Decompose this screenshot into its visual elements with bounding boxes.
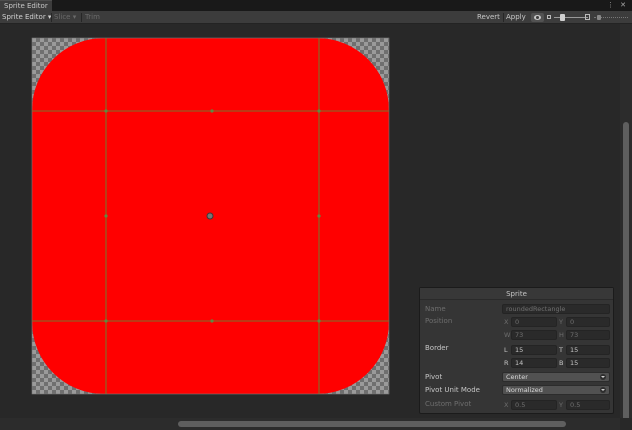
border-handle[interactable]	[104, 214, 108, 218]
position-label: Position	[425, 317, 453, 325]
toolbar: Sprite Editor ▾ Slice ▾ Trim Revert Appl…	[0, 11, 632, 24]
toolbar-divider	[81, 13, 82, 22]
name-field[interactable]: roundedRectangle	[502, 304, 610, 314]
border-b-axis-label: B	[559, 359, 564, 367]
custom-pivot-x-field[interactable]: 0.5	[511, 400, 557, 410]
chevron-down-icon	[600, 374, 606, 380]
position-y-axis-label: Y	[559, 318, 563, 326]
small-mountain-icon	[547, 15, 551, 19]
pivot-unit-mode-label: Pivot Unit Mode	[425, 386, 480, 394]
toolbar-divider	[503, 13, 504, 22]
custom-pivot-label: Custom Pivot	[425, 400, 472, 408]
close-icon[interactable]: ✕	[620, 0, 626, 11]
pivot-dropdown[interactable]: Center	[502, 372, 610, 382]
pivot-label: Pivot	[425, 373, 443, 381]
window-title-bar: Sprite Editor ⋮ ✕	[0, 0, 632, 11]
border-handle[interactable]	[317, 319, 321, 323]
position-x-field[interactable]: 0	[511, 317, 557, 327]
border-l-field[interactable]: 15	[511, 345, 557, 355]
border-l-axis-label: L	[504, 346, 508, 354]
pivot-unit-mode-value: Normalized	[506, 386, 543, 394]
slice-dropdown[interactable]: Slice ▾	[54, 12, 76, 23]
mip-level-slider-handle[interactable]	[597, 15, 601, 20]
position-h-field[interactable]: 73	[566, 330, 610, 340]
border-handle[interactable]	[317, 109, 321, 113]
more-options-icon[interactable]: ⋮	[607, 0, 614, 11]
eye-icon[interactable]	[531, 13, 544, 22]
toolbar-divider	[51, 13, 52, 22]
horizontal-scrollbar-thumb[interactable]	[178, 421, 566, 427]
editor-mode-dropdown[interactable]: Sprite Editor ▾	[2, 12, 51, 23]
chevron-down-icon	[600, 387, 606, 393]
revert-button[interactable]: Revert	[477, 12, 500, 23]
position-h-axis-label: H	[559, 331, 564, 339]
border-label: Border	[425, 344, 449, 352]
position-w-axis-label: W	[504, 331, 511, 339]
vertical-scrollbar[interactable]	[620, 24, 632, 422]
position-w-field[interactable]: 73	[511, 330, 557, 340]
custom-pivot-x-axis-label: X	[504, 401, 509, 409]
border-handle[interactable]	[210, 109, 214, 113]
zoom-slider-handle[interactable]	[560, 14, 565, 21]
border-r-axis-label: R	[504, 359, 509, 367]
border-handle[interactable]	[104, 109, 108, 113]
pivot-unit-mode-dropdown[interactable]: Normalized	[502, 385, 610, 395]
border-handle[interactable]	[317, 214, 321, 218]
large-mountain-icon	[585, 14, 590, 20]
position-x-axis-label: X	[504, 318, 509, 326]
trim-button[interactable]: Trim	[85, 12, 100, 23]
scrollbar-corner	[620, 418, 632, 430]
border-handle[interactable]	[104, 319, 108, 323]
vertical-scrollbar-thumb[interactable]	[623, 122, 629, 422]
apply-button[interactable]: Apply	[506, 12, 526, 23]
border-t-axis-label: T	[559, 346, 563, 354]
border-r-field[interactable]: 14	[511, 358, 557, 368]
sprite-inspector-panel: Sprite Name roundedRectangle Position X …	[419, 287, 614, 414]
window-tab[interactable]: Sprite Editor	[0, 0, 52, 11]
custom-pivot-y-axis-label: Y	[559, 401, 563, 409]
border-handle[interactable]	[210, 319, 214, 323]
border-t-field[interactable]: 15	[566, 345, 610, 355]
pivot-handle[interactable]	[206, 212, 214, 220]
horizontal-scrollbar[interactable]	[0, 418, 620, 430]
position-y-field[interactable]: 0	[566, 317, 610, 327]
panel-title: Sprite	[420, 288, 613, 300]
custom-pivot-y-field[interactable]: 0.5	[566, 400, 610, 410]
border-b-field[interactable]: 15	[566, 358, 610, 368]
pivot-dropdown-value: Center	[506, 373, 528, 381]
name-label: Name	[425, 305, 446, 313]
